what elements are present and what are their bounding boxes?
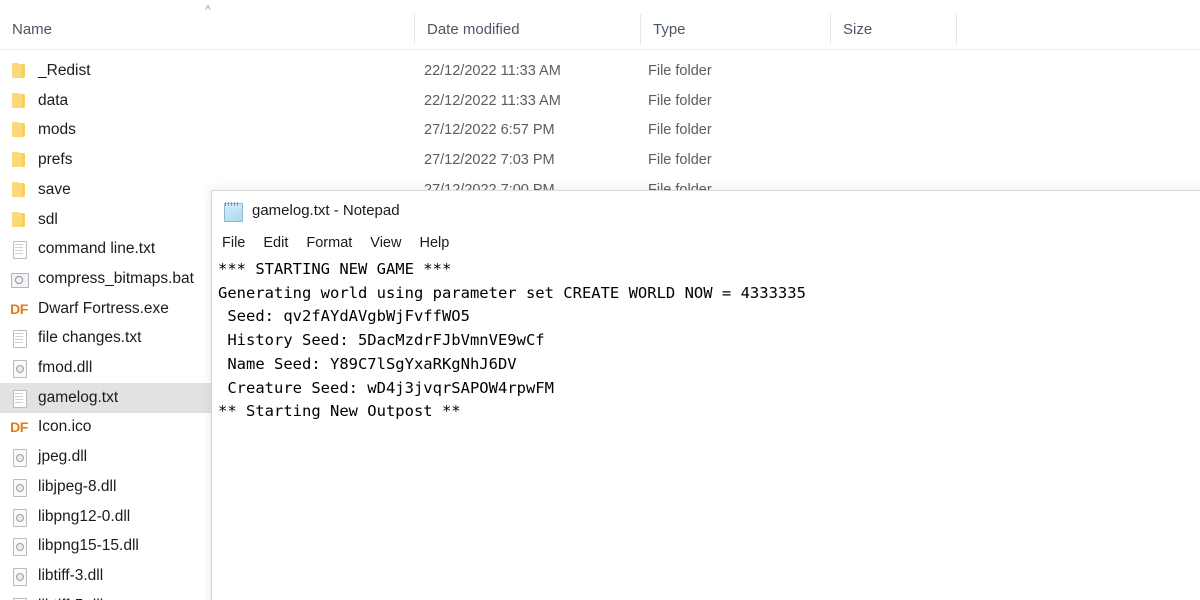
file-name-label: data bbox=[38, 91, 69, 109]
file-name-label: mods bbox=[38, 121, 76, 139]
notepad-menu-bar: File Edit Format View Help bbox=[212, 230, 1200, 256]
file-name-label: libpng12-0.dll bbox=[38, 507, 131, 525]
text-file-icon bbox=[10, 329, 28, 349]
text-file-icon bbox=[10, 389, 28, 408]
notepad-icon bbox=[222, 200, 244, 222]
column-header-size[interactable]: Size bbox=[830, 14, 957, 44]
file-name-label: libjpeg-8.dll bbox=[38, 477, 117, 495]
file-row[interactable]: prefs 27/12/2022 7:03 PM File folder bbox=[0, 145, 1200, 175]
df-app-icon: DF bbox=[10, 300, 28, 317]
file-name-label: Dwarf Fortress.exe bbox=[38, 299, 169, 317]
file-name-cell[interactable]: prefs bbox=[0, 145, 414, 175]
file-name-label: command line.txt bbox=[38, 240, 156, 258]
file-name-label: compress_bitmaps.bat bbox=[38, 269, 194, 287]
file-name-label: file changes.txt bbox=[38, 329, 142, 347]
dll-file-icon bbox=[10, 537, 28, 557]
column-header-date-modified[interactable]: Date modified bbox=[414, 14, 640, 44]
column-header-name-label: Name bbox=[12, 20, 53, 38]
folder-icon bbox=[10, 92, 28, 110]
menu-item-view[interactable]: View bbox=[368, 233, 403, 253]
file-name-label: fmod.dll bbox=[38, 359, 93, 376]
dll-file-icon bbox=[10, 567, 28, 586]
file-type-cell: File folder bbox=[648, 152, 712, 169]
file-name-label: Icon.ico bbox=[38, 418, 92, 436]
file-type-cell: File folder bbox=[648, 92, 712, 109]
column-header-type-label: Type bbox=[653, 20, 686, 38]
file-row[interactable]: _Redist 22/12/2022 11:33 AM File folder bbox=[0, 56, 1200, 86]
file-name-cell[interactable]: mods bbox=[0, 115, 414, 145]
column-header-divider bbox=[956, 14, 957, 44]
notepad-title-bar[interactable]: gamelog.txt - Notepad bbox=[212, 190, 1200, 230]
notepad-title-label: gamelog.txt - Notepad bbox=[252, 202, 400, 219]
file-name-label: sdl bbox=[38, 210, 58, 228]
file-name-label: libtiff-5.dll bbox=[38, 597, 103, 600]
file-row[interactable]: mods 27/12/2022 6:57 PM File folder bbox=[0, 115, 1200, 145]
file-name-label: libtiff-3.dll bbox=[38, 566, 104, 584]
dll-file-icon bbox=[10, 448, 28, 468]
df-app-icon: DF bbox=[10, 419, 28, 436]
file-name-label: jpeg.dll bbox=[38, 448, 88, 466]
file-name-label: prefs bbox=[38, 151, 73, 169]
file-date-modified-cell: 22/12/2022 11:33 AM bbox=[424, 63, 561, 79]
file-name-label: libpng15-15.dll bbox=[38, 537, 139, 555]
batch-file-icon bbox=[10, 270, 29, 288]
screen-root: ^ Name Date modified Type Size _Redist 22… bbox=[0, 0, 1200, 600]
dll-file-icon bbox=[10, 597, 28, 600]
header-separator bbox=[0, 49, 1200, 50]
file-type-cell: File folder bbox=[648, 63, 712, 79]
notepad-window[interactable]: gamelog.txt - Notepad File Edit Format View… bbox=[211, 190, 1200, 600]
folder-icon bbox=[10, 151, 28, 169]
column-header-date-modified-label: Date modified bbox=[427, 20, 520, 38]
dll-file-icon bbox=[10, 508, 28, 527]
file-type-cell: File folder bbox=[648, 122, 712, 139]
file-date-modified-cell: 27/12/2022 7:03 PM bbox=[424, 152, 555, 169]
dll-file-icon bbox=[10, 359, 28, 378]
folder-icon bbox=[10, 62, 28, 80]
notepad-text-area[interactable]: *** STARTING NEW GAME *** Generating wor… bbox=[212, 256, 1200, 424]
text-file-icon bbox=[10, 240, 28, 260]
folder-icon bbox=[10, 211, 28, 229]
file-name-label: gamelog.txt bbox=[38, 388, 119, 406]
file-name-label: _Redist bbox=[38, 62, 91, 79]
folder-icon bbox=[10, 121, 28, 139]
file-name-cell[interactable]: _Redist bbox=[0, 56, 414, 86]
file-name-cell[interactable]: data bbox=[0, 86, 414, 116]
column-header-name[interactable]: Name bbox=[0, 14, 414, 44]
menu-item-edit[interactable]: Edit bbox=[261, 233, 290, 253]
file-name-label: save bbox=[38, 180, 71, 198]
file-date-modified-cell: 22/12/2022 11:33 AM bbox=[424, 92, 561, 109]
menu-item-file[interactable]: File bbox=[220, 233, 247, 253]
folder-icon bbox=[10, 181, 28, 199]
dll-file-icon bbox=[10, 478, 28, 497]
file-row[interactable]: data 22/12/2022 11:33 AM File folder bbox=[0, 86, 1200, 116]
menu-item-help[interactable]: Help bbox=[417, 233, 451, 253]
column-header-size-label: Size bbox=[843, 20, 873, 38]
menu-item-format[interactable]: Format bbox=[304, 233, 354, 253]
file-date-modified-cell: 27/12/2022 6:57 PM bbox=[424, 122, 555, 139]
column-header-type[interactable]: Type bbox=[640, 14, 830, 44]
